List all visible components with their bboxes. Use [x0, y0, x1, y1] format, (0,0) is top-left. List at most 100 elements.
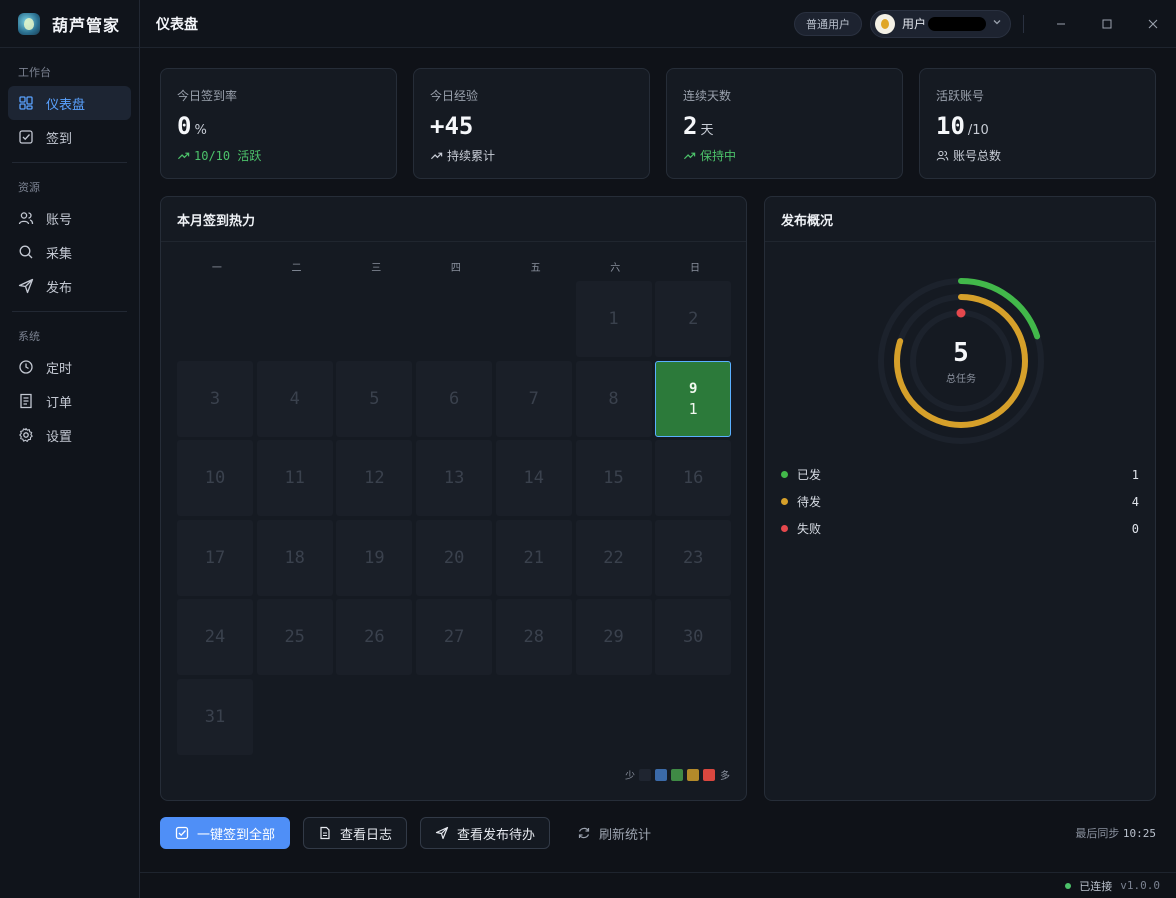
checkin-icon	[18, 129, 34, 145]
close-icon	[1148, 19, 1158, 28]
sidebar-item-checkin[interactable]: 签到	[8, 120, 131, 154]
sidebar-item-label: 签到	[46, 131, 73, 147]
publish-title: 发布概况	[765, 197, 1155, 242]
avatar	[874, 13, 895, 34]
stat-label: 连续天数	[683, 89, 732, 103]
sidebar-item-clock[interactable]: 定时	[8, 350, 131, 384]
status-dot-icon	[781, 525, 788, 532]
calendar-day: 1	[575, 281, 652, 357]
publish-legend: 已发 1 待发 4 失败 0	[781, 461, 1139, 542]
publish-legend-label: 失败	[797, 522, 822, 536]
status-bar: 已连接 v1.0.0	[140, 872, 1176, 898]
stat-card: 活跃账号 10/10 账号总数	[919, 68, 1156, 179]
calendar-day: 15	[575, 440, 652, 517]
stat-card: 今日经验 +45 持续累计	[413, 68, 650, 179]
stat-value: 0	[177, 112, 192, 140]
page-title: 仪表盘	[156, 16, 198, 33]
sidebar-item-label: 定时	[46, 361, 73, 377]
calendar-day: 10	[177, 440, 253, 517]
redacted-username	[928, 16, 986, 31]
stat-sub: 账号总数	[936, 147, 1139, 164]
calendar-day: 31	[177, 679, 253, 755]
scale-swatch	[703, 768, 715, 781]
user-menu[interactable]: 用户	[869, 9, 1011, 38]
sidebar-item-label: 设置	[46, 429, 73, 445]
heatmap-panel: 本月签到热力 一二三四五六日 1 2 3 4 5 6 7 8 9 1 10 11 12 13 14 15 16 1…	[160, 196, 747, 801]
checkin-all-label: 一键签到全部	[197, 827, 276, 843]
publish-legend-row: 待发 4	[781, 488, 1139, 515]
weekday-label: 二	[291, 263, 302, 274]
heatmap-scale: 少 多	[625, 767, 730, 782]
stat-sub: 持续累计	[430, 147, 633, 164]
sidebar-item-gear[interactable]: 设置	[8, 418, 131, 452]
document-icon	[320, 826, 330, 840]
publish-legend-count: 1	[1131, 467, 1139, 482]
connection-status: 已连接	[1079, 879, 1113, 893]
publish-legend-count: 0	[1131, 521, 1139, 536]
minimize-icon	[1057, 23, 1065, 24]
users-icon	[936, 149, 953, 162]
calendar-day: 7	[495, 360, 572, 437]
close-button[interactable]	[1130, 0, 1176, 48]
sidebar-item-users[interactable]: 账号	[8, 201, 131, 235]
calendar-day: 27	[416, 599, 493, 676]
weekday-label: 日	[689, 263, 700, 274]
app-name: 葫芦管家	[52, 15, 121, 35]
calendar-day: 6	[416, 360, 493, 437]
dashboard-icon	[18, 95, 34, 111]
brand: 葫芦管家	[0, 0, 139, 48]
calendar-day: 21	[495, 519, 572, 596]
role-badge: 普通用户	[793, 11, 862, 36]
sidebar-item-label: 账号	[46, 212, 73, 228]
stat-sub-text: 保持中	[700, 149, 737, 163]
last-sync-label: 最后同步	[1075, 827, 1120, 840]
calendar-day: 30	[655, 599, 732, 676]
status-dot-icon	[781, 498, 788, 505]
publish-legend-label: 待发	[797, 495, 822, 509]
nav-section-title: 系统	[18, 330, 40, 343]
calendar-day: 5	[336, 360, 413, 437]
calendar-day: 29	[575, 599, 652, 676]
app-logo-icon	[18, 12, 40, 35]
stat-label: 今日签到率	[177, 89, 238, 103]
action-bar: 一键签到全部 查看日志 查看发布待办 刷新统计 最后同步 10:25	[160, 817, 1156, 849]
last-sync-time: 10:25	[1122, 827, 1156, 840]
sidebar-item-dashboard[interactable]: 仪表盘	[8, 86, 131, 120]
weekday-header: 一二三四五六日	[177, 259, 735, 274]
stat-sub: 保持中	[683, 147, 886, 164]
gear-icon	[18, 427, 34, 443]
publish-panel: 发布概况 5 总任务 已发 1 待发 4 失败 0	[764, 196, 1156, 801]
stat-value: +45	[430, 112, 474, 140]
stat-unit: /10	[967, 123, 989, 138]
stat-card: 连续天数 2 天保持中	[666, 68, 903, 179]
sidebar-item-send[interactable]: 发布	[8, 269, 131, 303]
calendar-day: 22	[575, 519, 652, 596]
minimize-button[interactable]	[1038, 0, 1084, 48]
calendar-day: 24	[177, 599, 253, 676]
calendar-day: 25	[256, 599, 333, 676]
scale-less-label: 少	[625, 771, 635, 782]
sidebar-nav: 工作台 仪表盘 签到 资源 账号 采集 发布 系统 定时 订单 设置	[0, 48, 139, 452]
view-pending-button[interactable]: 查看发布待办	[420, 817, 551, 849]
trend-up-icon	[430, 149, 447, 162]
refresh-stats-button[interactable]: 刷新统计	[563, 817, 665, 849]
connection-status-icon	[1065, 882, 1072, 889]
stat-value: 2	[683, 112, 698, 140]
publish-legend-count: 4	[1131, 494, 1139, 509]
clock-icon	[18, 359, 34, 375]
maximize-button[interactable]	[1084, 0, 1130, 48]
scale-more-label: 多	[720, 771, 730, 782]
weekday-label: 四	[450, 263, 461, 274]
calendar-day: 19	[336, 519, 413, 596]
view-logs-button[interactable]: 查看日志	[303, 817, 408, 849]
sidebar-item-search[interactable]: 采集	[8, 235, 131, 269]
trend-up-icon	[177, 149, 194, 162]
user-name: 用户	[901, 17, 926, 31]
trend-up-icon	[683, 149, 700, 162]
sidebar-item-receipt[interactable]: 订单	[8, 384, 131, 418]
receipt-icon	[18, 393, 34, 409]
calendar-day: 17	[177, 519, 253, 596]
send-icon	[435, 826, 449, 840]
calendar-day: 11	[256, 440, 333, 517]
checkin-all-button[interactable]: 一键签到全部	[160, 817, 291, 849]
